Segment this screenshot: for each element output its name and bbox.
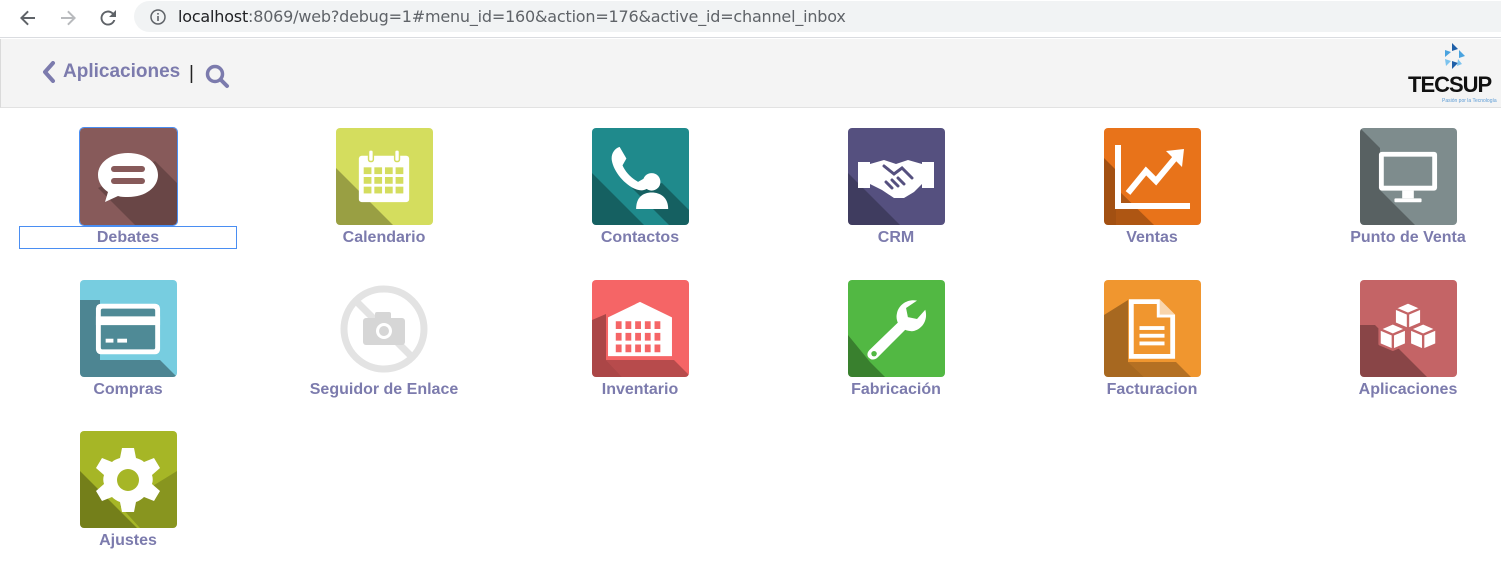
app-label: Ajustes [99,532,157,549]
app-label: Contactos [600,229,680,246]
app-aplicaciones[interactable]: Aplicaciones [1300,280,1501,408]
info-icon[interactable] [150,8,166,25]
reload-icon[interactable] [94,4,122,32]
header-separator: | [189,63,194,84]
chevron-left-icon [43,61,55,83]
app-contactos[interactable]: Contactos [532,128,748,256]
app-ventas[interactable]: Ventas [1044,128,1260,256]
app-crm[interactable]: CRM [788,128,1004,256]
app-debates[interactable]: Debates [19,127,237,256]
url-path: :8069/web?debug=1#menu_id=160&action=176… [248,7,846,26]
address-bar[interactable]: localhost:8069/web?debug=1#menu_id=160&a… [134,1,1501,32]
app-facturacion[interactable]: Facturacion [1044,280,1260,408]
app-inventario[interactable]: Inventario [532,280,748,408]
contact-phone-icon [591,128,689,225]
app-label: Seguidor de Enlace [309,381,459,398]
app-label: Compras [93,381,163,398]
app-calendario[interactable]: Calendario [276,128,492,256]
app-label: Fabricación [851,381,941,398]
warehouse-icon [591,280,689,377]
back-to-apps-link[interactable]: Aplicaciones [41,61,180,83]
app-label: Inventario [601,381,679,398]
trend-chart-icon [1103,128,1201,225]
gear-icon [79,431,177,528]
no-image-icon [335,280,433,377]
app-ajustes[interactable]: Ajustes [20,431,236,559]
app-label: Facturacion [1106,381,1198,398]
back-link-label: Aplicaciones [63,61,181,82]
search-icon[interactable] [204,63,230,89]
app-punto-de-venta[interactable]: Punto de Venta [1300,128,1501,256]
browser-toolbar: localhost:8069/web?debug=1#menu_id=160&a… [0,0,1501,38]
url-host: localhost [178,7,249,26]
url-text: localhost:8069/web?debug=1#menu_id=160&a… [178,7,846,26]
app-label: Punto de Venta [1350,229,1466,246]
credit-card-icon [79,280,177,377]
calendar-icon [335,128,433,225]
company-logo: TECSUP Pasión por la Tecnología [1406,42,1498,104]
cubes-icon [1359,280,1457,377]
app-label: Debates [19,226,237,249]
app-fabricacion[interactable]: Fabricación [788,280,1004,408]
wrench-icon [847,280,945,377]
invoice-icon [1103,280,1201,377]
app-header: Aplicaciones | TECSUP Pasión por la Tecn… [0,39,1501,108]
logo-text: TECSUP [1408,72,1492,97]
app-label: Calendario [342,229,426,246]
logo-mark-icon [1445,43,1465,69]
handshake-icon [847,128,945,225]
back-arrow-icon[interactable] [14,4,42,32]
monitor-icon [1359,128,1457,225]
app-seguidor-de-enlace[interactable]: Seguidor de Enlace [276,280,492,408]
app-label: CRM [877,229,915,246]
app-label: Ventas [1126,229,1178,246]
app-compras[interactable]: Compras [20,280,236,408]
forward-arrow-icon[interactable] [54,4,82,32]
app-label: Aplicaciones [1358,381,1458,398]
logo-tagline: Pasión por la Tecnología [1442,98,1497,104]
chat-bubble-icon [78,127,178,226]
